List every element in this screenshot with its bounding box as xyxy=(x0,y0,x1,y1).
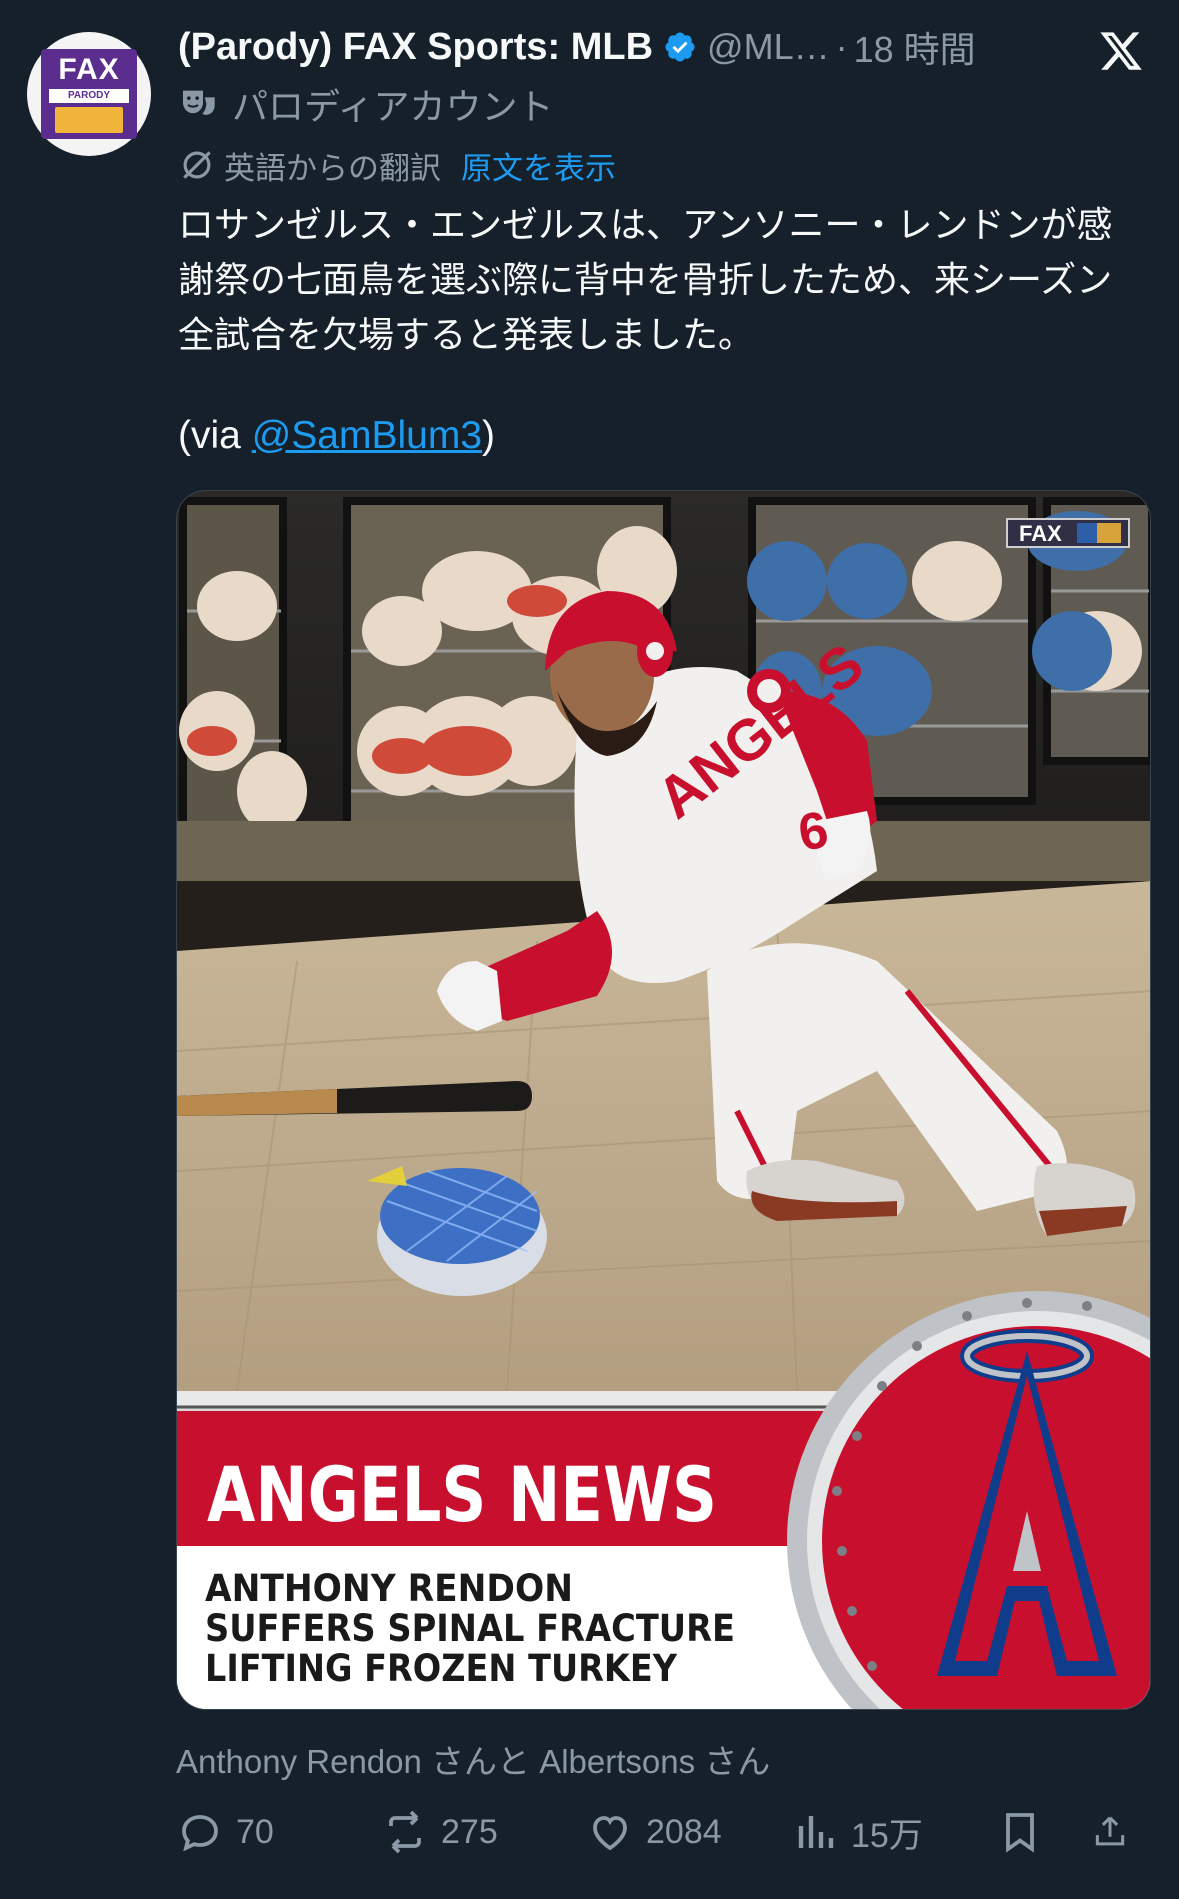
avatar-logo-subtext: PARODY xyxy=(49,89,129,103)
avatar[interactable]: FAX PARODY xyxy=(27,32,151,156)
handle[interactable]: @ML… xyxy=(707,26,830,68)
verified-badge-icon xyxy=(665,32,695,62)
heart-icon xyxy=(593,1816,627,1851)
via-suffix: ) xyxy=(482,414,496,457)
mention-link[interactable]: @SamBlum3 xyxy=(252,414,482,457)
reply-button[interactable]: 70 xyxy=(176,1808,381,1856)
headline-line2: SUFFERS SPINAL FRACTURE xyxy=(205,1607,735,1650)
repost-count: 275 xyxy=(441,1812,498,1851)
bookmark-button[interactable] xyxy=(996,1808,1091,1856)
parody-label: パロディアカウント xyxy=(232,87,554,128)
repost-button[interactable]: 275 xyxy=(381,1808,586,1856)
translation-row: 英語からの翻訳 原文を表示 xyxy=(178,143,616,187)
share-icon xyxy=(1095,1816,1125,1846)
view-count: 15万 xyxy=(851,1816,923,1855)
translation-label: 英語からの翻訳 xyxy=(224,150,441,187)
bookmark-icon xyxy=(1006,1813,1034,1853)
like-button[interactable]: 2084 xyxy=(586,1808,791,1856)
tweet-text: ロサンゼルス・エンゼルスは、アンソニー・レンドンが感謝祭の七面鳥を選ぶ際に背中を… xyxy=(178,205,1113,356)
tagged-users-caption[interactable]: Anthony Rendon さんと Albertsons さん xyxy=(176,1735,770,1783)
tweet-image[interactable]: ANGELS 6 FAX ANGELS NEWS ANTHONY RENDON … xyxy=(176,490,1151,1710)
reply-icon xyxy=(182,1815,218,1852)
parody-label-row: パロディアカウント xyxy=(178,82,553,128)
avatar-logo-panel xyxy=(55,107,123,133)
theater-masks-icon xyxy=(183,90,215,115)
avatar-logo-text: FAX xyxy=(58,53,120,86)
headline-line3: LIFTING FROZEN TURKEY xyxy=(205,1647,678,1690)
views-chart-icon xyxy=(798,1816,834,1848)
timestamp[interactable]: 18 時間 xyxy=(854,21,976,73)
x-logo-icon[interactable] xyxy=(1096,28,1146,74)
headline-line1: ANTHONY RENDON xyxy=(205,1567,573,1610)
reply-count: 70 xyxy=(236,1812,274,1851)
via-line: (via @SamBlum3) xyxy=(178,414,495,458)
translate-icon xyxy=(183,151,211,179)
like-count: 2084 xyxy=(646,1812,722,1851)
watermark-text: FAX xyxy=(1019,521,1062,546)
separator-dot: · xyxy=(835,26,848,67)
tweet-header: (Parody) FAX Sports: MLB @ML… · 18 時間 xyxy=(178,22,976,72)
show-original-link[interactable]: 原文を表示 xyxy=(461,143,616,188)
image-illustration: ANGELS 6 FAX ANGELS NEWS ANTHONY RENDON … xyxy=(177,491,1150,1709)
action-bar: 70 275 2084 15万 xyxy=(176,1800,1151,1864)
banner-title: ANGELS NEWS xyxy=(207,1450,717,1539)
display-name[interactable]: (Parody) FAX Sports: MLB xyxy=(178,26,653,69)
repost-icon xyxy=(389,1810,421,1854)
views-button[interactable]: 15万 xyxy=(791,1808,996,1857)
avatar-logo: FAX PARODY xyxy=(41,49,137,139)
via-prefix: (via xyxy=(178,414,252,457)
share-button[interactable] xyxy=(1091,1808,1141,1856)
